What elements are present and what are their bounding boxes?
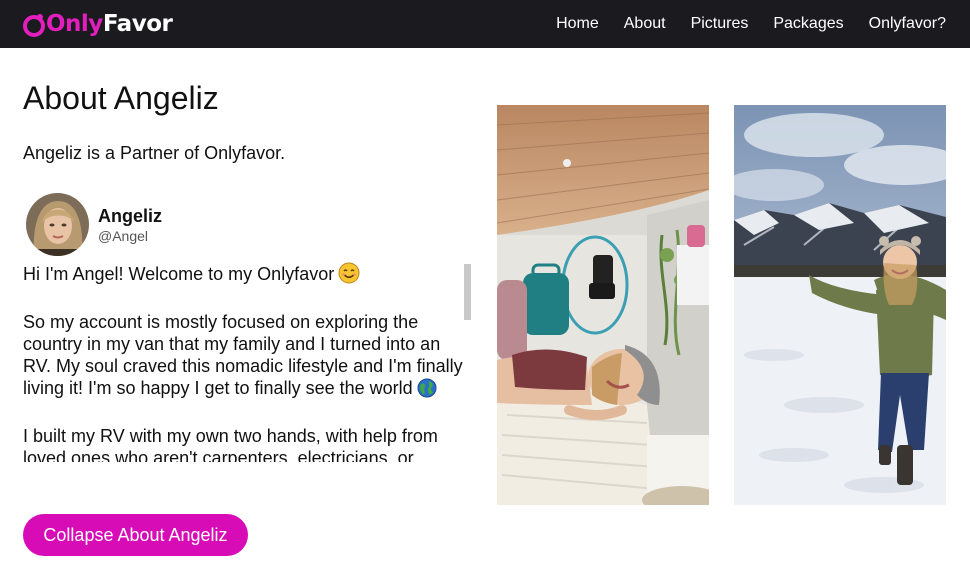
van-interior-photo[interactable] [497, 105, 709, 505]
onlyfavor-logo[interactable]: OnlyFavor [22, 7, 173, 41]
globe-emoji-icon [417, 378, 437, 403]
page-title: About Angeliz [23, 80, 219, 116]
bio-paragraph: So my account is mostly focused on explo… [23, 311, 473, 403]
bio-scrollbar-thumb[interactable] [464, 264, 471, 320]
logo-favor-text: Favor [102, 11, 173, 37]
bio-paragraph: I built my RV with my own two hands, wit… [23, 425, 473, 462]
logo-only-text: Only [46, 11, 103, 37]
nav-onlyfavor-link[interactable]: Onlyfavor? [869, 0, 946, 48]
nav-packages-link[interactable]: Packages [773, 0, 843, 48]
bio-text-3: I built my RV with my own two hands, wit… [23, 426, 438, 462]
nav-links: Home About Pictures Packages Onlyfavor? [556, 0, 946, 48]
nav-home-link[interactable]: Home [556, 0, 599, 48]
collapse-about-button[interactable]: Collapse About Angeliz [23, 514, 248, 556]
bio-scroll-area[interactable]: Hi I'm Angel! Welcome to my Onlyfavor So… [23, 262, 473, 462]
bio-paragraph: Hi I'm Angel! Welcome to my Onlyfavor [23, 262, 473, 289]
top-navbar: OnlyFavor Home About Pictures Packages O… [0, 0, 970, 48]
nav-about-link[interactable]: About [624, 0, 666, 48]
bio-text-2: So my account is mostly focused on explo… [23, 312, 463, 398]
profile-handle: @Angel [98, 227, 149, 244]
nav-pictures-link[interactable]: Pictures [691, 0, 749, 48]
profile-card: Angeliz @Angel [26, 193, 162, 256]
logo-o-icon [22, 12, 46, 37]
bio-text-1: Hi I'm Angel! Welcome to my Onlyfavor [23, 264, 335, 284]
profile-name: Angeliz [98, 205, 163, 226]
avatar[interactable] [26, 193, 89, 256]
smiling-face-emoji-icon [338, 262, 360, 289]
partner-text: Angeliz is a Partner of Onlyfavor. [23, 143, 286, 163]
snowy-mountain-photo[interactable] [734, 105, 946, 505]
